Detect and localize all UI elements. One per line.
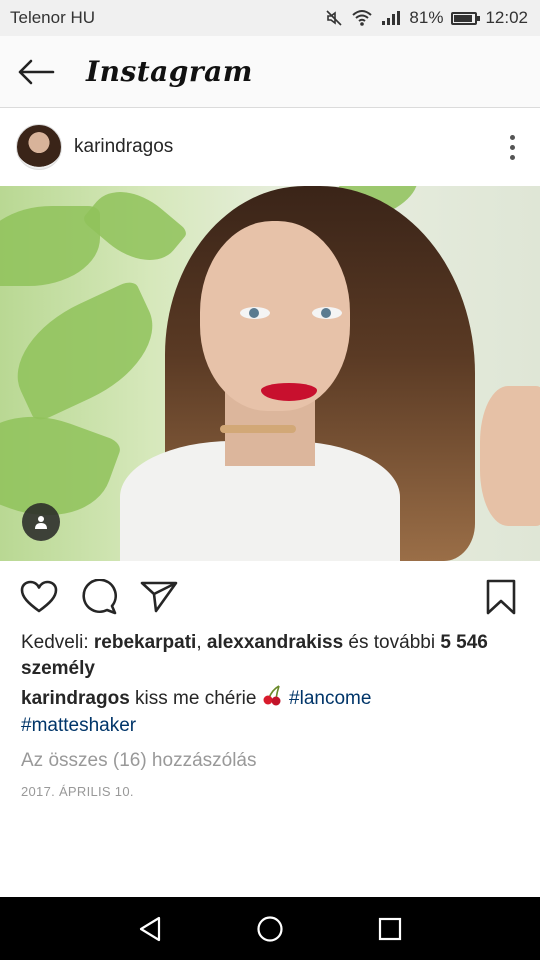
like-button[interactable] (18, 576, 60, 618)
arrow-left-icon (18, 59, 55, 84)
likes-prefix: Kedveli: (21, 632, 94, 653)
dot (509, 134, 515, 140)
likes-summary: Kedveli: rebekarpati, alexxandrakiss és … (21, 630, 521, 682)
hand (480, 386, 540, 526)
likes-middle: és további (343, 632, 441, 653)
likes-separator: , (196, 632, 207, 653)
post-username[interactable]: karindragos (74, 136, 500, 158)
eye (240, 307, 270, 319)
leaf (0, 278, 172, 424)
bookmark-icon (486, 579, 516, 615)
system-nav-bar (0, 897, 540, 960)
view-all-comments-link[interactable]: Az összes (16) hozzászólás (21, 750, 257, 772)
save-button[interactable] (480, 576, 522, 618)
likes-suffix[interactable]: személy (21, 658, 95, 679)
comment-button[interactable] (78, 576, 120, 618)
share-button[interactable] (138, 576, 180, 618)
post-header: karindragos (0, 109, 540, 185)
post-actions (0, 570, 540, 624)
post-photo[interactable] (0, 186, 540, 561)
back-button[interactable] (0, 36, 72, 108)
app-title: Instagram (86, 55, 253, 88)
wifi-icon (352, 10, 373, 26)
nav-recents-button[interactable] (365, 904, 415, 954)
dot (509, 154, 515, 160)
person-icon (35, 516, 47, 529)
likes-count[interactable]: 5 546 (440, 632, 488, 653)
heart-icon (20, 580, 58, 613)
leaf (0, 395, 123, 537)
leaf (81, 186, 189, 278)
status-bar: Telenor HU 81% 12:02 (0, 0, 540, 36)
caption-text: kiss me chérie (129, 688, 262, 709)
battery-icon (451, 11, 481, 25)
clock: 12:02 (485, 8, 528, 27)
liker-link[interactable]: alexxandrakiss (207, 632, 343, 653)
carrier-label: Telenor HU (10, 8, 96, 27)
cherry-emoji-icon (263, 685, 281, 706)
hashtag-link[interactable]: #lancome (289, 688, 371, 709)
app-header: Instagram (0, 36, 540, 108)
eye (312, 307, 342, 319)
circle-home-icon (257, 915, 283, 942)
choker (220, 425, 296, 433)
mute-icon (326, 10, 342, 26)
status-icons: 81% 12:02 (325, 8, 528, 28)
avatar[interactable] (16, 124, 62, 170)
battery-percent: 81% (409, 8, 444, 27)
comment-icon (82, 579, 117, 615)
dot (509, 144, 515, 150)
more-options-button[interactable] (500, 127, 524, 167)
liker-link[interactable]: rebekarpati (94, 632, 196, 653)
signal-icon (382, 11, 401, 25)
hashtag-link[interactable]: #matteshaker (21, 715, 136, 736)
post-date: 2017. ÁPRILIS 10. (21, 784, 134, 799)
caption-author[interactable]: karindragos (21, 688, 130, 709)
send-icon (140, 581, 178, 613)
nav-back-button[interactable] (125, 904, 175, 954)
triangle-back-icon (139, 916, 161, 941)
nav-home-button[interactable] (245, 904, 295, 954)
square-recents-icon (378, 917, 402, 940)
caption: karindragos kiss me chérie #lancome #matt… (21, 684, 521, 739)
tagged-people-button[interactable] (22, 503, 60, 541)
